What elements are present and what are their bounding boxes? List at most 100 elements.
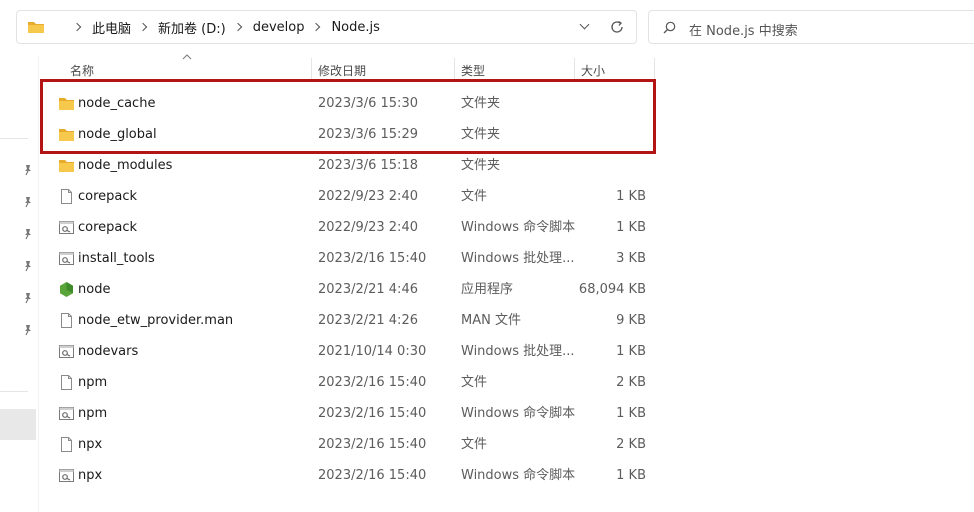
file-name: corepack (78, 220, 138, 235)
file-date: 2022/9/23 2:40 (318, 220, 418, 235)
file-date: 2023/2/21 4:46 (318, 282, 418, 297)
breadcrumb-develop[interactable]: develop (253, 20, 305, 35)
file-row[interactable]: corepack 2022/9/23 2:40 文件 1 KB (50, 181, 654, 212)
file-name: corepack (78, 189, 138, 204)
chevron-right-icon[interactable] (312, 22, 322, 32)
file-name: nodevars (78, 344, 139, 359)
file-size: 3 KB (616, 251, 646, 266)
file-size: 68,094 KB (578, 282, 646, 297)
file-row[interactable]: node_cache 2023/3/6 15:30 文件夹 (50, 88, 654, 119)
address-bar[interactable]: 此电脑 新加卷 (D:) develop Node.js (16, 10, 637, 44)
file-date: 2023/2/16 15:40 (318, 406, 427, 421)
file-icon (58, 374, 75, 391)
chevron-right-icon[interactable] (73, 22, 83, 32)
pin-icon[interactable] (22, 324, 34, 336)
file-row[interactable]: node_etw_provider.man 2023/2/21 4:26 MAN 文… (50, 305, 654, 336)
file-icon (58, 436, 75, 453)
pin-icon[interactable] (22, 196, 34, 208)
file-type: 文件 (461, 375, 488, 390)
file-icon (58, 188, 75, 205)
file-name: npx (78, 468, 103, 483)
file-name: node_global (78, 127, 157, 142)
column-header-size[interactable]: 大小 (581, 60, 605, 82)
script-icon (58, 250, 75, 267)
file-row[interactable]: npx 2023/2/16 15:40 Windows 命令脚本 1 KB (50, 460, 654, 491)
column-divider[interactable] (454, 58, 455, 82)
breadcrumb-nodejs[interactable]: Node.js (331, 20, 379, 35)
search-box[interactable]: 在 Node.js 中搜索 (648, 10, 974, 44)
file-type: 文件 (461, 437, 488, 452)
file-date: 2023/2/16 15:40 (318, 468, 427, 483)
file-row[interactable]: npm 2023/2/16 15:40 文件 2 KB (50, 367, 654, 398)
file-name: node (78, 282, 111, 297)
file-date: 2022/9/23 2:40 (318, 189, 418, 204)
script-icon (58, 343, 75, 360)
file-name: node_etw_provider.man (78, 313, 234, 328)
file-row[interactable]: corepack 2022/9/23 2:40 Windows 命令脚本 1 KB (50, 212, 654, 243)
file-size: 1 KB (616, 344, 646, 359)
breadcrumb-this-pc[interactable]: 此电脑 (92, 18, 131, 37)
chevron-down-icon[interactable] (578, 21, 592, 33)
file-name: npm (78, 375, 108, 390)
folder-icon (28, 22, 44, 33)
file-size: 1 KB (616, 189, 646, 204)
file-size: 1 KB (616, 406, 646, 421)
column-header-type[interactable]: 类型 (461, 60, 485, 82)
nav-divider (0, 138, 28, 139)
file-icon (58, 312, 75, 329)
column-divider[interactable] (311, 58, 312, 82)
refresh-icon[interactable] (609, 19, 625, 35)
folder-icon (58, 126, 75, 143)
file-size: 2 KB (616, 437, 646, 452)
file-row[interactable]: nodevars 2021/10/14 0:30 Windows 批处理... 1 K… (50, 336, 654, 367)
nav-divider (0, 391, 28, 392)
search-icon (663, 21, 676, 34)
file-date: 2023/2/16 15:40 (318, 437, 427, 452)
file-type: Windows 批处理... (461, 344, 575, 359)
file-row[interactable]: node_global 2023/3/6 15:29 文件夹 (50, 119, 654, 150)
navigation-pane (0, 56, 38, 512)
pin-icon[interactable] (22, 292, 34, 304)
file-date: 2023/3/6 15:29 (318, 127, 418, 142)
column-header-name[interactable]: 名称 (70, 60, 94, 82)
file-type: 文件夹 (461, 158, 501, 173)
file-size: 9 KB (616, 313, 646, 328)
file-type: MAN 文件 (461, 313, 521, 328)
file-row[interactable]: npm 2023/2/16 15:40 Windows 命令脚本 1 KB (50, 398, 654, 429)
file-row[interactable]: npx 2023/2/16 15:40 文件 2 KB (50, 429, 654, 460)
file-date: 2023/3/6 15:30 (318, 96, 418, 111)
pin-icon[interactable] (22, 164, 34, 176)
pin-icon[interactable] (22, 260, 34, 272)
file-row[interactable]: node 2023/2/21 4:46 应用程序 68,094 KB (50, 274, 654, 305)
file-date: 2021/10/14 0:30 (318, 344, 427, 359)
file-date: 2023/3/6 15:18 (318, 158, 418, 173)
file-type: Windows 批处理... (461, 251, 575, 266)
chevron-right-icon[interactable] (139, 22, 149, 32)
nav-item-selected[interactable] (0, 409, 36, 440)
file-type: Windows 命令脚本 (461, 468, 576, 483)
pane-divider (38, 56, 39, 512)
file-type: Windows 命令脚本 (461, 406, 576, 421)
script-icon (58, 405, 75, 422)
script-icon (58, 467, 75, 484)
file-size: 1 KB (616, 468, 646, 483)
search-input[interactable]: 在 Node.js 中搜索 (689, 20, 798, 39)
file-row[interactable]: install_tools 2023/2/16 15:40 Windows 批处理.… (50, 243, 654, 274)
file-date: 2023/2/16 15:40 (318, 251, 427, 266)
file-name: node_modules (78, 158, 173, 173)
nodejs-icon (58, 281, 75, 298)
column-header-date[interactable]: 修改日期 (318, 60, 366, 82)
column-divider[interactable] (654, 58, 655, 82)
file-row[interactable]: node_modules 2023/3/6 15:18 文件夹 (50, 150, 654, 181)
column-divider[interactable] (574, 58, 575, 82)
chevron-right-icon[interactable] (234, 22, 244, 32)
folder-icon (58, 95, 75, 112)
pin-icon[interactable] (22, 228, 34, 240)
sort-up-icon (182, 54, 192, 60)
breadcrumb-drive-d[interactable]: 新加卷 (D:) (158, 18, 226, 37)
file-name: node_cache (78, 96, 156, 111)
file-type: 文件夹 (461, 127, 501, 142)
script-icon (58, 219, 75, 236)
file-date: 2023/2/16 15:40 (318, 375, 427, 390)
file-size: 1 KB (616, 220, 646, 235)
